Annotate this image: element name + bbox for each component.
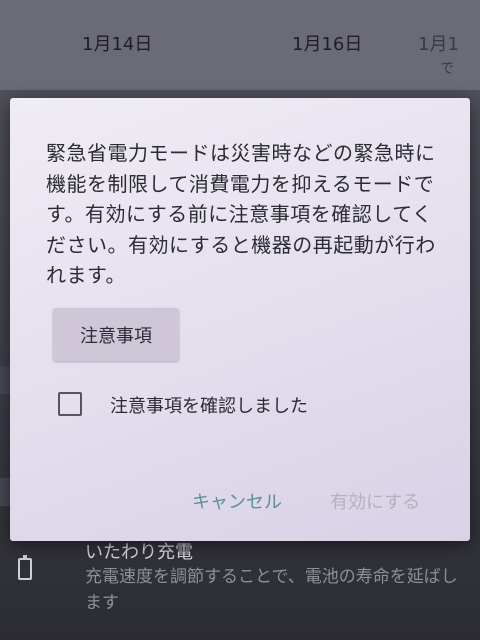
date-label: 1月16日 xyxy=(292,34,363,55)
date-label: 1月14日 xyxy=(82,34,153,55)
confirm-checkbox-row[interactable]: 注意事項を確認しました xyxy=(58,390,418,422)
battery-icon xyxy=(18,555,32,580)
checkbox-icon[interactable] xyxy=(58,392,82,416)
calendar-header: 1月14日 1月16日 1月1 で xyxy=(0,0,480,90)
confirm-checkbox-label: 注意事項を確認しました xyxy=(110,396,308,417)
header-sub-text: で xyxy=(440,61,454,77)
dialog-message: 緊急省電力モードは災害時などの緊急時に機能を制限して消費電力を抑えるモードです。… xyxy=(46,141,436,287)
notes-button[interactable]: 注意事項 xyxy=(53,308,179,361)
enable-button[interactable]: 有効にする xyxy=(330,488,420,514)
list-item-title: いたわり充電 xyxy=(85,542,193,563)
list-item-description: 充電速度を調節することで、電池の寿命を延ばします xyxy=(85,567,458,613)
date-label: 1月1 xyxy=(418,34,459,55)
emergency-power-saving-dialog: 緊急省電力モードは災害時などの緊急時に機能を制限して消費電力を抑えるモードです。… xyxy=(10,98,470,541)
cancel-button[interactable]: キャンセル xyxy=(192,488,282,514)
